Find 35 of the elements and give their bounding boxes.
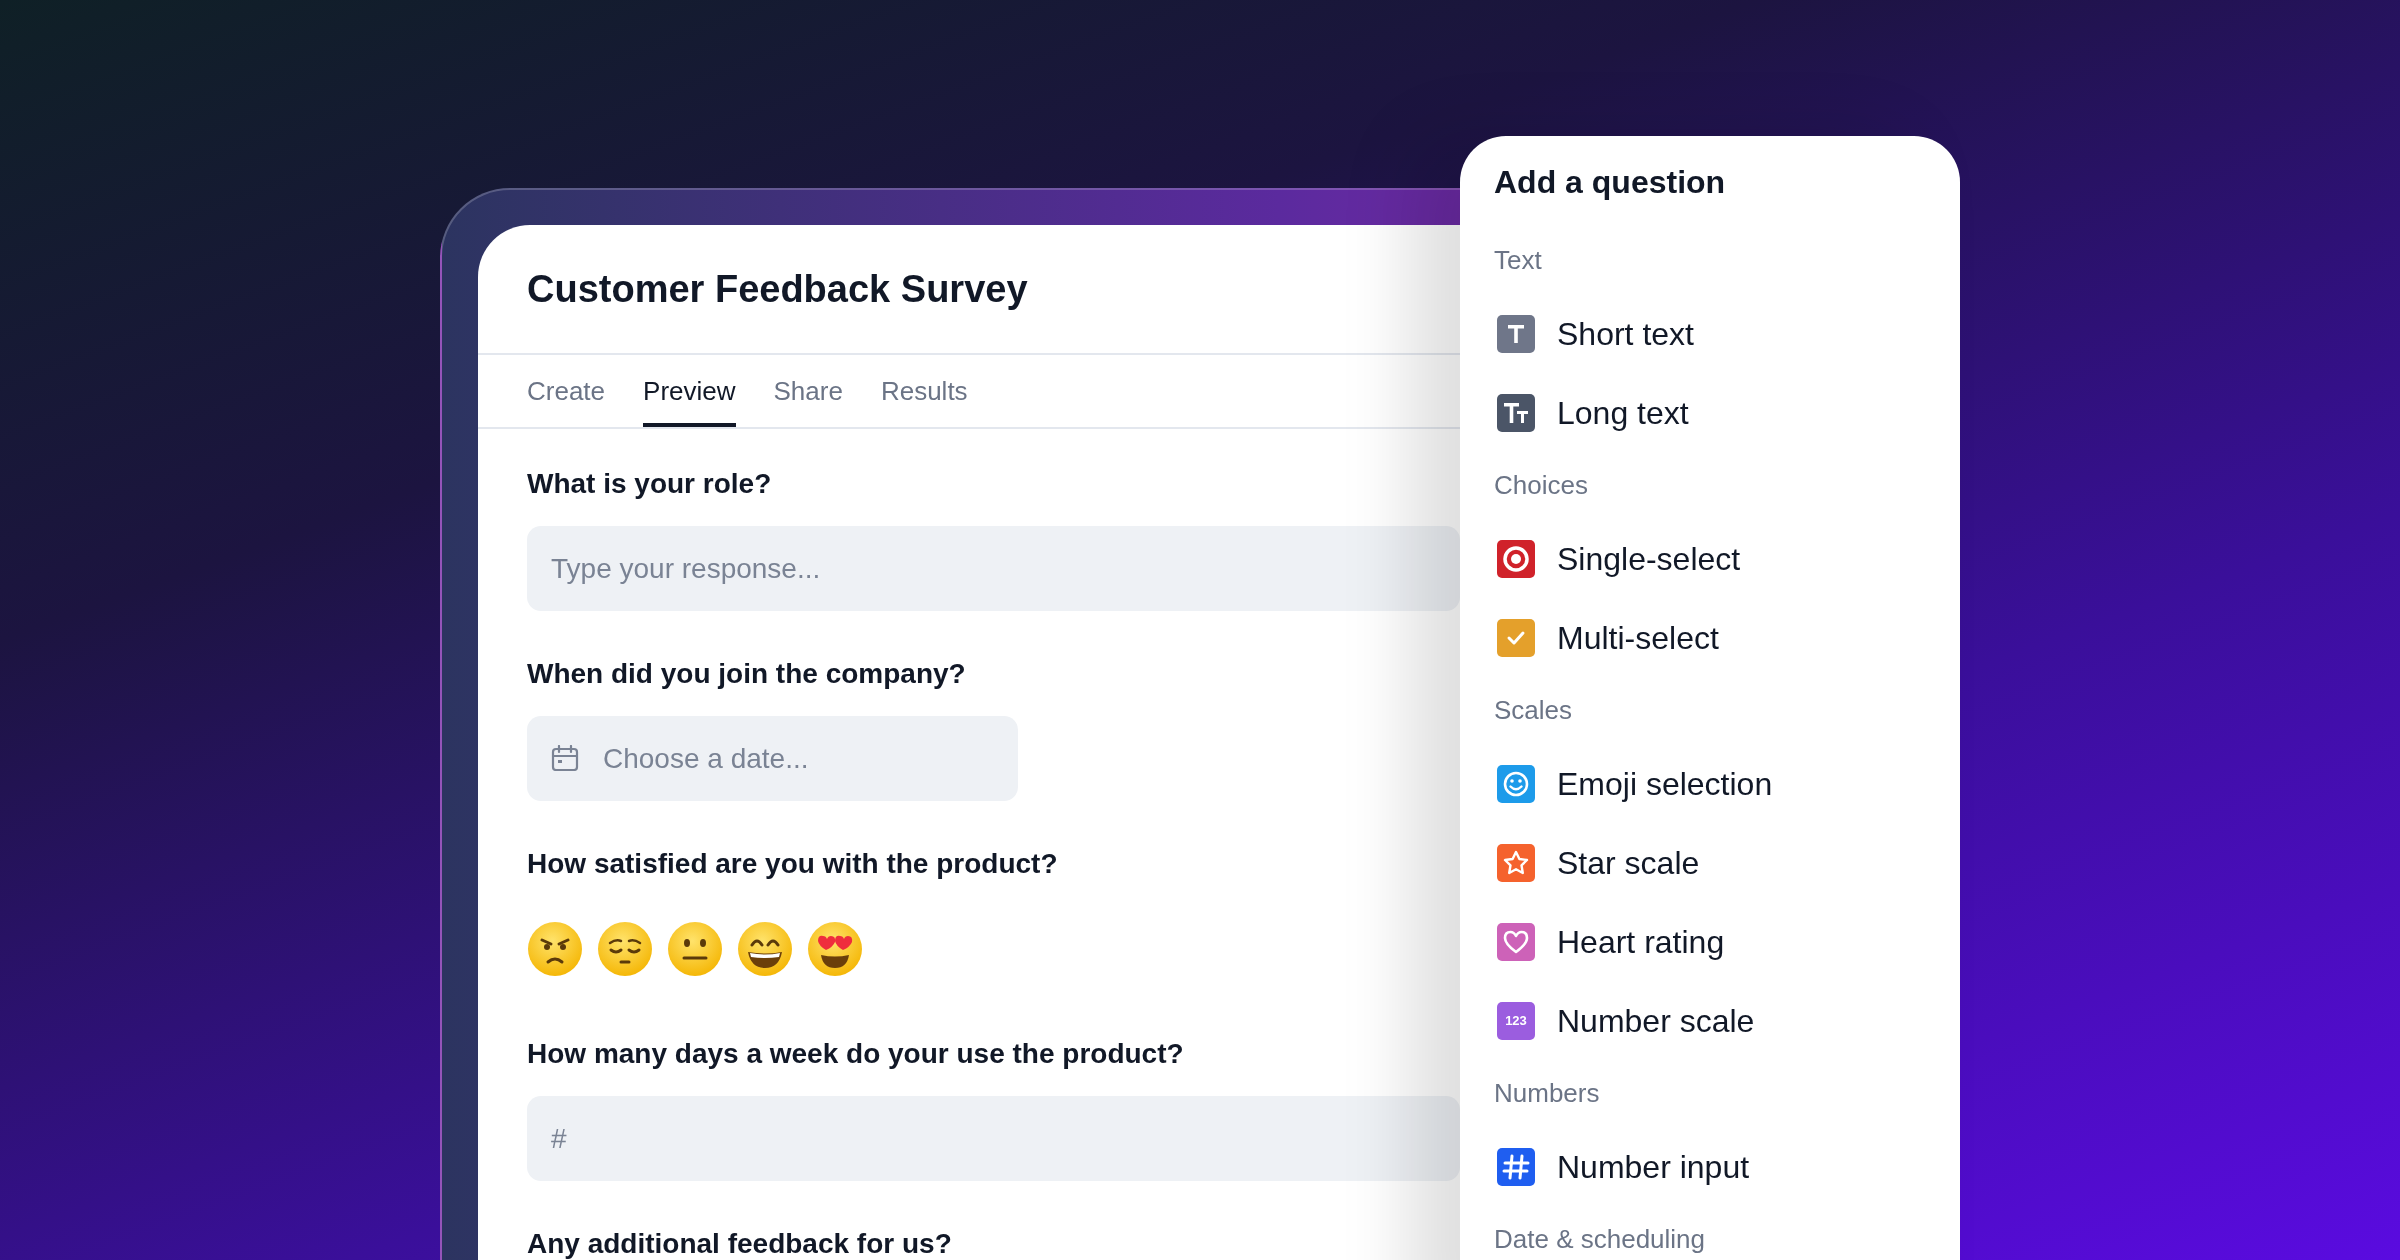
heart-eyes-face-icon[interactable] xyxy=(807,920,863,977)
sad-face-icon[interactable] xyxy=(597,920,653,977)
question-label: What is your role? xyxy=(527,469,772,499)
question-type-item[interactable]: Emoji selection xyxy=(1494,744,1926,823)
section-label: Numbers xyxy=(1494,1077,1600,1110)
question-type-item[interactable]: Number input xyxy=(1494,1127,1926,1206)
calendar-icon xyxy=(551,745,579,771)
tab[interactable]: Preview xyxy=(643,355,736,427)
question-type-item[interactable]: Long text xyxy=(1494,373,1926,452)
tab[interactable]: Share xyxy=(773,355,843,427)
question-label: When did you join the company? xyxy=(527,659,966,689)
text-field[interactable]: Type your response... xyxy=(527,526,1460,611)
section-label: Date & scheduling xyxy=(1494,1223,1706,1256)
date-field[interactable]: Choose a date... xyxy=(527,716,1018,801)
question-type-item[interactable]: Single-select xyxy=(1494,519,1926,598)
section-label: Scales xyxy=(1494,694,1573,727)
section-label: Choices xyxy=(1494,469,1588,502)
question-label: How satisfied are you with the product? xyxy=(527,849,1058,879)
survey-title: Customer Feedback Survey xyxy=(527,266,1028,312)
tab[interactable]: Create xyxy=(527,355,606,427)
tab[interactable]: Results xyxy=(880,355,968,427)
number-field[interactable]: # xyxy=(527,1096,1460,1181)
panel-title: Add a question xyxy=(1494,163,1727,202)
grinning-face-icon[interactable] xyxy=(737,920,793,977)
angry-face-icon[interactable] xyxy=(527,920,583,977)
number-scale-icon: 123 xyxy=(1497,1001,1535,1040)
neutral-face-icon[interactable] xyxy=(667,920,723,977)
question-type-item[interactable]: Short text xyxy=(1494,294,1926,373)
question-type-item[interactable]: 123 Number scale xyxy=(1494,981,1926,1060)
question-type-item[interactable]: Star scale xyxy=(1494,823,1926,902)
question-type-item[interactable]: Heart rating xyxy=(1494,902,1926,981)
section-label: Text xyxy=(1494,244,1542,277)
question-label: How many days a week do your use the product? xyxy=(527,1039,1184,1069)
question-label: Any additional feedback for us? xyxy=(527,1229,952,1259)
question-type-item[interactable]: Multi-select xyxy=(1494,598,1926,677)
